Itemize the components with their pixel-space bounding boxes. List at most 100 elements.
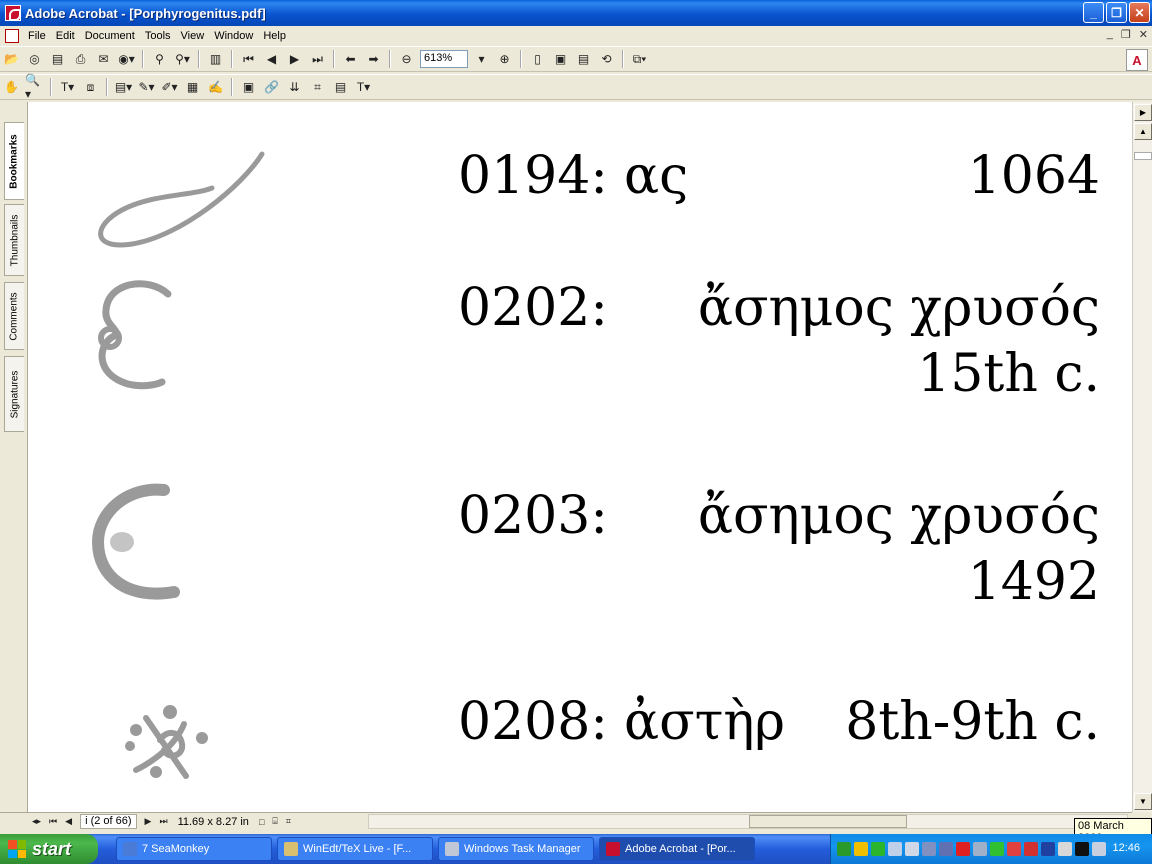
vertical-scroll-thumb[interactable] (1134, 152, 1152, 160)
next-page-icon[interactable]: ▶ (285, 50, 304, 69)
horizontal-scrollbar[interactable] (368, 814, 1128, 829)
web-icon[interactable]: ◎ (25, 50, 44, 69)
menu-help[interactable]: Help (258, 30, 291, 42)
last-page-icon[interactable]: ⏭ (308, 50, 327, 69)
search-web-icon[interactable]: ◉▾ (117, 50, 136, 69)
tray-blue-icon[interactable] (1041, 842, 1055, 856)
search-icon[interactable]: ⚲▾ (173, 50, 192, 69)
menu-view[interactable]: View (176, 30, 210, 42)
movie-tool-icon[interactable]: ▣ (239, 78, 258, 97)
zoom-in-icon[interactable]: ⊕ (495, 50, 514, 69)
continuous-icon[interactable]: ⌸ (268, 816, 281, 827)
menu-file[interactable]: File (23, 30, 51, 42)
task-winedt[interactable]: WinEdt/TeX Live - [F... (277, 837, 433, 861)
restore-button[interactable]: ❐ (1106, 2, 1127, 23)
menu-window[interactable]: Window (209, 30, 258, 42)
doc-minimize-button[interactable]: _ (1107, 28, 1113, 41)
scroll-up-icon[interactable]: ▲ (1134, 123, 1152, 140)
zoom-out-icon[interactable]: ⊖ (397, 50, 416, 69)
split-view-icon[interactable]: ▶ (1134, 104, 1152, 121)
tray-shield-icon[interactable] (854, 842, 868, 856)
zoom-input[interactable]: 613% (420, 50, 468, 68)
task-task-manager[interactable]: Windows Task Manager (438, 837, 594, 861)
crop-tool-icon[interactable]: ⌗ (308, 78, 327, 97)
menu-edit[interactable]: Edit (51, 30, 80, 42)
menu-document[interactable]: Document (80, 30, 140, 42)
tray-eye-icon[interactable] (1058, 842, 1072, 856)
reflow-icon[interactable]: ⟲ (597, 50, 616, 69)
tray-antivirus-icon[interactable] (956, 842, 970, 856)
tray-misc-icon[interactable] (1092, 842, 1106, 856)
minimize-button[interactable]: _ (1083, 2, 1104, 23)
clock[interactable]: 12:46 (1112, 842, 1140, 854)
tray-app-icon[interactable] (1007, 842, 1021, 856)
start-button[interactable]: start (0, 834, 98, 864)
status-next-page-icon[interactable]: ▶ (141, 816, 156, 827)
highlight-tool-icon[interactable]: ✐▾ (160, 78, 179, 97)
pencil-tool-icon[interactable]: ✎▾ (137, 78, 156, 97)
rotate-icon[interactable]: ⧉▾ (630, 50, 649, 69)
tray-network2-icon[interactable] (922, 842, 936, 856)
task-acrobat[interactable]: Adobe Acrobat - [Por... (599, 837, 755, 861)
previous-view-icon[interactable]: ⬅ (341, 50, 360, 69)
open-icon[interactable]: 📂 (2, 50, 21, 69)
close-button[interactable]: ✕ (1129, 2, 1150, 23)
single-page-icon[interactable]: □ (255, 817, 268, 827)
status-previous-page-icon[interactable]: ◀ (61, 816, 76, 827)
save-icon[interactable]: ▤ (48, 50, 67, 69)
tray-green-icon[interactable] (837, 842, 851, 856)
previous-page-icon[interactable]: ◀ (262, 50, 281, 69)
tray-display-icon[interactable] (939, 842, 953, 856)
tray-stop-icon[interactable] (1024, 842, 1038, 856)
title-bar[interactable]: Adobe Acrobat - [Porphyrogenitus.pdf] _ … (0, 0, 1152, 26)
snapshot-icon[interactable]: ⧈ (81, 78, 100, 97)
text-select-icon[interactable]: T▾ (58, 78, 77, 97)
tab-comments[interactable]: Comments (4, 282, 24, 350)
tray-recycle-icon[interactable] (871, 842, 885, 856)
touchup-text-icon[interactable]: T▾ (354, 78, 373, 97)
tray-dark-icon[interactable] (1075, 842, 1089, 856)
note-tool-icon[interactable]: ▤▾ (114, 78, 133, 97)
tab-signatures[interactable]: Signatures (4, 356, 24, 432)
navigation-grip[interactable] (0, 812, 28, 830)
page-number-field[interactable]: i (2 of 66) (80, 814, 137, 829)
first-page-icon[interactable]: ⏮ (239, 50, 258, 69)
scroll-down-icon[interactable]: ▼ (1134, 793, 1152, 810)
print-icon[interactable]: ⎙ (71, 50, 90, 69)
tab-bookmarks[interactable]: Bookmarks (4, 122, 24, 200)
find-icon[interactable]: ⚲ (150, 50, 169, 69)
tray-monitor-icon[interactable] (973, 842, 987, 856)
tab-thumbnails[interactable]: Thumbnails (4, 204, 24, 276)
hand-tool-icon[interactable]: ✋ (2, 78, 21, 97)
show-hide-navigation-icon[interactable]: ▥ (206, 50, 225, 69)
fit-page-icon[interactable]: ▣ (551, 50, 570, 69)
tray-network-icon[interactable] (888, 842, 902, 856)
stamp-tool-icon[interactable]: ▦ (183, 78, 202, 97)
sign-tool-icon[interactable]: ✍ (206, 78, 225, 97)
tray-volume-icon[interactable] (905, 842, 919, 856)
email-icon[interactable]: ✉ (94, 50, 113, 69)
actual-size-icon[interactable]: ▯ (528, 50, 547, 69)
link-tool-icon[interactable]: 🔗 (262, 78, 281, 97)
continuous-facing-icon[interactable]: ⌗ (282, 816, 295, 827)
status-first-page-icon[interactable]: ⏮ (45, 816, 61, 827)
horizontal-scroll-thumb[interactable] (749, 815, 907, 828)
doc-close-button[interactable]: ✕ (1139, 28, 1148, 41)
document-menu-icon[interactable] (5, 29, 19, 43)
fit-width-icon[interactable]: ▤ (574, 50, 593, 69)
next-view-icon[interactable]: ➡ (364, 50, 383, 69)
task-seamonkey[interactable]: 7 SeaMonkey (116, 837, 272, 861)
adobe-logo-icon[interactable]: A (1126, 49, 1148, 71)
doc-restore-button[interactable]: ❐ (1121, 28, 1131, 41)
form-tool-icon[interactable]: ▤ (331, 78, 350, 97)
document-view[interactable]: 0194: ας 1064 0202: ἄσημος χρυσός 15th c… (28, 102, 1132, 812)
tray-update-icon[interactable] (990, 842, 1004, 856)
status-menu-icon[interactable]: ◂▸ (28, 816, 45, 827)
acrobat-app-icon[interactable] (5, 5, 21, 21)
vertical-scrollbar[interactable]: ▶ ▲ ▼ (1132, 102, 1152, 812)
zoom-dropdown-icon[interactable]: ▾ (472, 50, 491, 69)
status-last-page-icon[interactable]: ⏭ (155, 816, 171, 827)
zoom-tool-icon[interactable]: 🔍▾ (25, 73, 44, 101)
article-tool-icon[interactable]: ⇊ (285, 78, 304, 97)
menu-tools[interactable]: Tools (140, 30, 176, 42)
